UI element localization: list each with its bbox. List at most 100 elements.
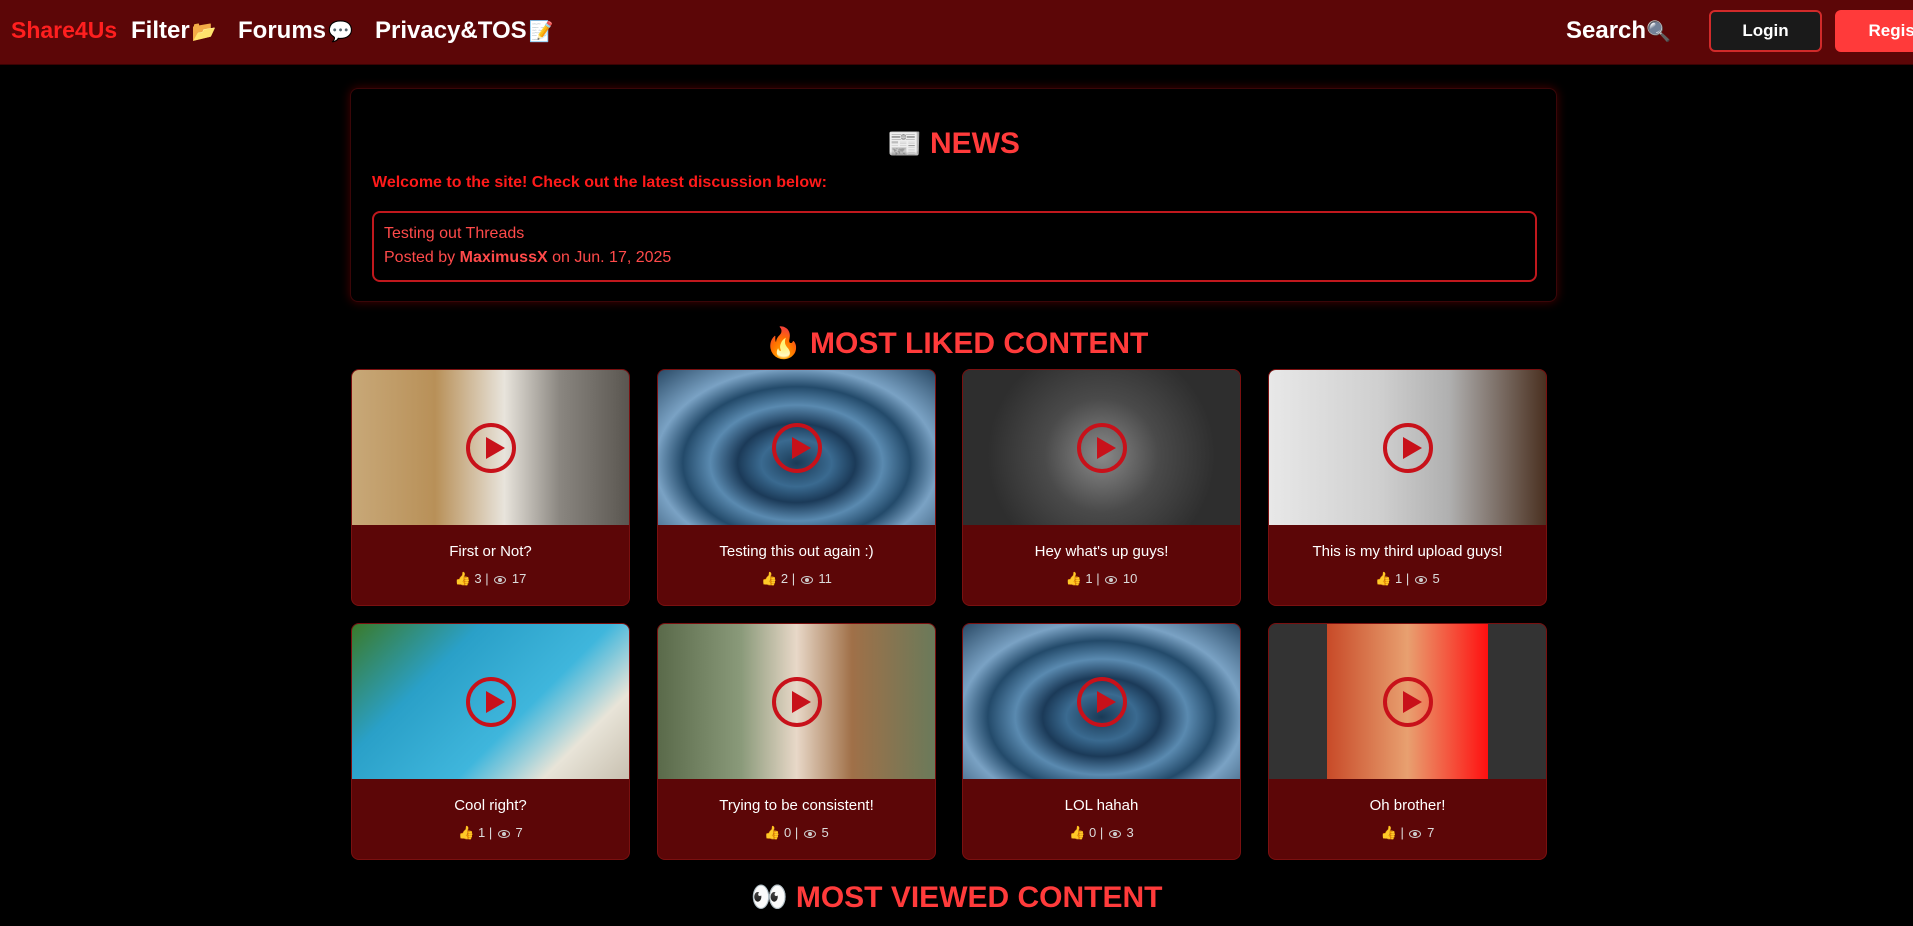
news-heading: 📰 NEWS bbox=[351, 127, 1556, 161]
video-title[interactable]: This is my third upload guys! bbox=[1269, 543, 1546, 560]
video-stats: 👍 0 | 5 bbox=[658, 825, 935, 841]
search-link[interactable]: Search🔍 bbox=[1566, 17, 1671, 45]
video-stats: 👍 1 | 7 bbox=[352, 825, 629, 841]
stats-separator: | bbox=[794, 825, 799, 840]
video-thumbnail[interactable] bbox=[1269, 624, 1546, 779]
video-card[interactable]: LOL hahah 👍 0 | 3 bbox=[962, 623, 1241, 860]
video-thumbnail[interactable] bbox=[658, 370, 935, 525]
thumbs-up-icon: 👍 bbox=[1380, 825, 1397, 840]
video-title[interactable]: Trying to be consistent! bbox=[658, 797, 935, 814]
like-count: 1 bbox=[1395, 571, 1403, 586]
view-count: 5 bbox=[1432, 571, 1440, 586]
video-title[interactable]: Oh brother! bbox=[1269, 797, 1546, 814]
speech-bubble-icon: 💬 bbox=[328, 21, 353, 43]
video-stats: 👍 1 | 10 bbox=[963, 571, 1240, 587]
video-thumbnail[interactable] bbox=[963, 624, 1240, 779]
video-stats: 👍 1 | 5 bbox=[1269, 571, 1546, 587]
view-count: 17 bbox=[511, 571, 527, 586]
play-icon[interactable] bbox=[771, 676, 822, 727]
video-title[interactable]: Testing this out again :) bbox=[658, 543, 935, 560]
play-icon[interactable] bbox=[1382, 676, 1433, 727]
thread-title[interactable]: Testing out Threads bbox=[384, 225, 524, 243]
video-card[interactable]: Cool right? 👍 1 | 7 bbox=[351, 623, 630, 860]
video-stats: 👍 | 7 bbox=[1269, 825, 1546, 841]
thumbs-up-icon: 👍 bbox=[458, 825, 475, 840]
news-panel: 📰 NEWS Welcome to the site! Check out the… bbox=[350, 88, 1557, 302]
nav-forums-link[interactable]: Forums 💬 bbox=[238, 17, 353, 45]
nav-privacy-link[interactable]: Privacy&TOS 📝 bbox=[375, 17, 554, 45]
eye-icon bbox=[800, 575, 813, 584]
posted-by-label: Posted by bbox=[384, 249, 456, 266]
nav-privacy-label: Privacy&TOS bbox=[375, 17, 527, 44]
like-count: 1 bbox=[1085, 571, 1093, 586]
stats-separator: | bbox=[1099, 825, 1104, 840]
login-button[interactable]: Login bbox=[1709, 10, 1822, 52]
most-viewed-title: MOST VIEWED CONTENT bbox=[795, 881, 1163, 914]
stats-separator: | bbox=[1405, 571, 1410, 586]
news-welcome-text: Welcome to the site! Check out the lates… bbox=[372, 174, 827, 191]
video-card[interactable]: Hey what's up guys! 👍 1 | 10 bbox=[962, 369, 1241, 606]
view-count: 5 bbox=[821, 825, 829, 840]
search-label: Search bbox=[1566, 17, 1647, 44]
video-thumbnail[interactable] bbox=[658, 624, 935, 779]
eyes-icon: 👀 bbox=[750, 881, 788, 914]
video-title[interactable]: LOL hahah bbox=[963, 797, 1240, 814]
thumbs-up-icon: 👍 bbox=[1065, 571, 1082, 586]
thread-meta: Posted by MaximussX on Jun. 17, 2025 bbox=[384, 249, 671, 267]
video-thumbnail[interactable] bbox=[352, 624, 629, 779]
stats-separator: | bbox=[488, 825, 493, 840]
folder-icon: 📂 bbox=[191, 21, 217, 43]
like-count: 0 bbox=[1089, 825, 1097, 840]
eye-icon bbox=[1108, 829, 1121, 838]
video-card[interactable]: First or Not? 👍 3 | 17 bbox=[351, 369, 630, 606]
video-stats: 👍 2 | 11 bbox=[658, 571, 935, 587]
stats-separator: | bbox=[485, 571, 489, 586]
thread-author[interactable]: MaximussX bbox=[460, 249, 548, 266]
thumbs-up-icon: 👍 bbox=[761, 571, 778, 586]
nav-forums-label: Forums bbox=[238, 17, 327, 44]
stats-separator: | bbox=[1400, 825, 1404, 840]
video-title[interactable]: Cool right? bbox=[352, 797, 629, 814]
view-count: 7 bbox=[1427, 825, 1435, 840]
video-title[interactable]: Hey what's up guys! bbox=[963, 543, 1240, 560]
play-icon[interactable] bbox=[465, 676, 516, 727]
video-title[interactable]: First or Not? bbox=[352, 543, 629, 560]
video-stats: 👍 0 | 3 bbox=[963, 825, 1240, 841]
play-icon[interactable] bbox=[1382, 422, 1433, 473]
latest-thread-card[interactable]: Testing out Threads Posted by MaximussX … bbox=[372, 211, 1537, 282]
video-thumbnail[interactable] bbox=[963, 370, 1240, 525]
like-count: 0 bbox=[784, 825, 792, 840]
video-thumbnail[interactable] bbox=[1269, 370, 1546, 525]
nav-filter-label: Filter bbox=[131, 17, 190, 44]
view-count: 3 bbox=[1126, 825, 1134, 840]
play-icon[interactable] bbox=[1076, 422, 1127, 473]
thumbs-up-icon: 👍 bbox=[764, 825, 781, 840]
play-icon[interactable] bbox=[465, 422, 516, 473]
stats-separator: | bbox=[791, 571, 796, 586]
like-count: 3 bbox=[474, 571, 482, 586]
play-icon[interactable] bbox=[1076, 676, 1127, 727]
eye-icon bbox=[497, 829, 510, 838]
most-viewed-heading: 👀 MOST VIEWED CONTENT bbox=[0, 880, 1913, 915]
brand-logo-link[interactable]: Share4Us bbox=[11, 17, 117, 44]
top-navbar: Share4Us Filter 📂 Forums 💬 Privacy&TOS 📝 Se… bbox=[0, 0, 1913, 64]
play-icon[interactable] bbox=[771, 422, 822, 473]
thumbs-up-icon: 👍 bbox=[1375, 571, 1392, 586]
video-stats: 👍 3 | 17 bbox=[352, 571, 629, 587]
news-title-text: NEWS bbox=[929, 127, 1020, 160]
view-count: 10 bbox=[1122, 571, 1138, 586]
stats-separator: | bbox=[1096, 571, 1100, 586]
eye-icon bbox=[1414, 575, 1427, 584]
video-card[interactable]: Trying to be consistent! 👍 0 | 5 bbox=[657, 623, 936, 860]
view-count: 11 bbox=[818, 571, 832, 586]
video-thumbnail[interactable] bbox=[352, 370, 629, 525]
thumbs-up-icon: 👍 bbox=[454, 571, 471, 586]
video-card[interactable]: This is my third upload guys! 👍 1 | 5 bbox=[1268, 369, 1547, 606]
video-card[interactable]: Oh brother! 👍 | 7 bbox=[1268, 623, 1547, 860]
nav-filter-link[interactable]: Filter 📂 bbox=[131, 17, 217, 45]
video-card[interactable]: Testing this out again :) 👍 2 | 11 bbox=[657, 369, 936, 606]
register-button[interactable]: Register bbox=[1835, 10, 1913, 52]
thumbs-up-icon: 👍 bbox=[1069, 825, 1086, 840]
like-count: 1 bbox=[478, 825, 486, 840]
most-liked-heading: 🔥 MOST LIKED CONTENT bbox=[0, 326, 1913, 361]
